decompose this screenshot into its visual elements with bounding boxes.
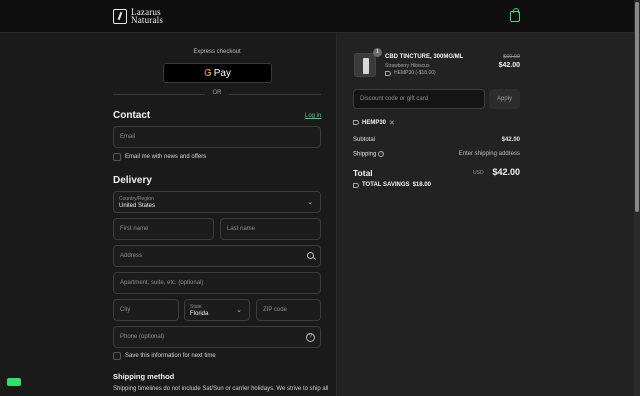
apply-button[interactable]: Apply [489, 89, 520, 109]
product-discount: HEMP30 (-$18.00) [385, 70, 436, 76]
product-name: CBD TINCTURE, 300MG/ML [385, 54, 464, 60]
shipping-value: Enter shipping address [458, 151, 520, 157]
product-price: $42.00 [498, 62, 520, 69]
leaf-logo-icon [113, 8, 127, 24]
phone-placeholder: Phone (optional) [120, 334, 165, 340]
zip-placeholder: ZIP code [263, 307, 287, 313]
product-thumbnail [354, 53, 376, 77]
help-icon[interactable]: ? [306, 333, 315, 342]
email-field[interactable]: Email [113, 126, 321, 148]
subtotal-label: Subtotal [353, 137, 376, 143]
quantity-badge: 1 [373, 48, 382, 57]
country-select[interactable]: Country/Region United States ⌄ [113, 191, 321, 213]
google-g-icon: G [203, 67, 212, 79]
total-value: $42.00 [492, 167, 520, 177]
tag-icon [353, 182, 359, 188]
discount-code-input[interactable]: Discount code or gift card [353, 89, 485, 109]
email-placeholder: Email [120, 134, 136, 140]
original-price: $60.00 [503, 54, 520, 60]
state-select[interactable]: State Florida ⌄ [184, 299, 250, 321]
or-label: OR [212, 90, 222, 96]
google-pay-label: Pay [213, 67, 231, 79]
zip-field[interactable]: ZIP code [256, 299, 321, 321]
country-value: United States [119, 203, 156, 209]
scrollbar-thumb[interactable] [635, 2, 639, 212]
brand-name: Lazarus Naturals [131, 7, 164, 25]
shopping-bag-icon[interactable] [510, 8, 520, 22]
city-placeholder: City [120, 307, 131, 313]
chevron-down-icon: ⌄ [307, 199, 313, 206]
apartment-placeholder: Apartment, suite, etc. (optional) [120, 280, 204, 286]
first-name-field[interactable]: First name [113, 218, 214, 240]
phone-field[interactable]: Phone (optional) ? [113, 326, 321, 348]
applied-discount-chip: HEMP30 ✕ [353, 117, 395, 128]
newsletter-label: Email me with news and offers [125, 154, 207, 160]
newsletter-checkbox[interactable] [113, 153, 121, 161]
state-value: Florida [190, 311, 209, 317]
google-pay-button[interactable]: G Pay [163, 63, 272, 83]
first-name-placeholder: First name [120, 226, 149, 232]
shipping-note: Shipping timelines do not include Sat/Su… [113, 386, 329, 392]
login-link[interactable]: Log in [305, 113, 321, 119]
last-name-field[interactable]: Last name [220, 218, 321, 240]
site-header: Lazarus Naturals [0, 0, 634, 33]
chat-widget-button[interactable] [7, 378, 21, 386]
state-label: State [190, 304, 202, 310]
brand-logo[interactable]: Lazarus Naturals [113, 7, 164, 25]
shipping-method-heading: Shipping method [113, 372, 175, 381]
checkout-form-panel: Express checkout G Pay OR Contact Log in… [0, 33, 337, 396]
total-savings: TOTAL SAVINGS $18.00 [353, 182, 431, 188]
last-name-placeholder: Last name [227, 226, 256, 232]
info-icon[interactable]: ? [378, 151, 385, 157]
contact-heading: Contact [113, 110, 151, 121]
delivery-heading: Delivery [113, 175, 152, 186]
shipping-label-text: Shipping [353, 151, 377, 158]
discount-code-placeholder: Discount code or gift card [360, 96, 429, 102]
tag-icon [385, 70, 391, 76]
currency-label: USD [473, 170, 484, 176]
order-summary-panel: 1 CBD TINCTURE, 300MG/ML Strawberry Hibi… [337, 33, 634, 396]
savings-label: TOTAL SAVINGS [362, 182, 410, 188]
subtotal-value: $42.00 [501, 137, 520, 143]
applied-code-label: HEMP30 [362, 119, 387, 126]
apartment-field[interactable]: Apartment, suite, etc. (optional) [113, 272, 321, 294]
close-icon[interactable]: ✕ [389, 119, 395, 127]
search-icon [307, 252, 314, 259]
product-variant: Strawberry Hibiscus [385, 63, 430, 69]
save-info-label: Save this information for next time [125, 353, 216, 359]
chevron-down-icon: ⌄ [236, 307, 242, 314]
express-checkout-label: Express checkout [193, 49, 241, 55]
total-label: Total [353, 168, 373, 178]
tag-icon [353, 120, 359, 125]
savings-value: $18.00 [412, 182, 431, 188]
country-label: Country/Region [119, 196, 154, 202]
city-field[interactable]: City [113, 299, 179, 321]
scrollbar[interactable] [634, 0, 640, 396]
save-info-checkbox[interactable] [113, 352, 121, 360]
address-placeholder: Address [120, 253, 143, 259]
or-divider: OR [113, 90, 321, 100]
product-discount-text: HEMP30 (-$18.00) [394, 70, 436, 76]
shipping-label: Shipping? [353, 151, 385, 158]
address-field[interactable]: Address [113, 245, 321, 267]
